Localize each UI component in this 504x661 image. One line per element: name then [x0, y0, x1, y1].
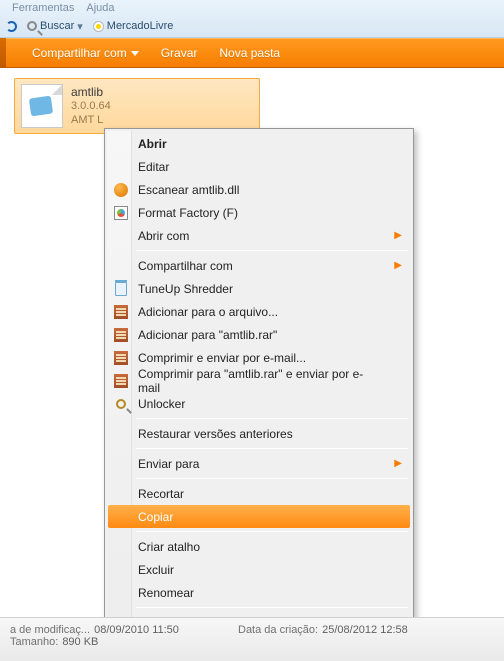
new-folder-button[interactable]: Nova pasta	[219, 46, 280, 60]
winrar-icon	[114, 328, 128, 342]
search-button[interactable]: Buscar ▾	[27, 20, 83, 33]
menu-item-add-arquivo[interactable]: Adicionar para o arquivo...	[108, 300, 410, 323]
shredder-icon	[115, 282, 127, 296]
menu-item-add-amtlib[interactable]: Adicionar para "amtlib.rar"	[108, 323, 410, 346]
mod-date-value: 08/09/2010 11:50	[94, 624, 179, 636]
menu-item-unlocker[interactable]: Unlocker	[108, 392, 410, 415]
winrar-icon	[114, 374, 128, 388]
formatfactory-icon	[114, 206, 128, 220]
menu-item-escanear[interactable]: Escanear amtlib.dll	[108, 178, 410, 201]
search-icon	[27, 21, 37, 31]
file-meta: amtlib 3.0.0.64 AMT L	[71, 85, 111, 128]
menu-ajuda[interactable]: Ajuda	[86, 2, 114, 16]
unlocker-icon	[116, 399, 126, 409]
winrar-icon	[114, 351, 128, 365]
context-menu: Abrir Editar Escanear amtlib.dll Format …	[104, 128, 414, 638]
file-item-selected[interactable]: amtlib 3.0.0.64 AMT L	[14, 78, 260, 134]
details-pane: a de modificaç... 08/09/2010 11:50 Taman…	[0, 617, 504, 661]
menu-item-renomear[interactable]: Renomear	[108, 581, 410, 604]
menu-item-tuneup[interactable]: TuneUp Shredder	[108, 277, 410, 300]
menu-item-enviar-para[interactable]: Enviar para▶	[108, 452, 410, 475]
mercadolivre-icon	[93, 21, 104, 32]
search-label: Buscar	[40, 20, 74, 32]
menu-item-excluir[interactable]: Excluir	[108, 558, 410, 581]
submenu-arrow-icon: ▶	[394, 230, 402, 241]
menu-item-compartilhar[interactable]: Compartilhar com▶	[108, 254, 410, 277]
share-with-button[interactable]: Compartilhar com	[32, 46, 139, 60]
menu-item-copiar[interactable]: Copiar	[108, 505, 410, 528]
menu-item-editar[interactable]: Editar	[108, 155, 410, 178]
refresh-button[interactable]	[6, 21, 17, 32]
separator	[136, 448, 408, 449]
submenu-arrow-icon: ▶	[394, 458, 402, 469]
browser-toolbar: Ferramentas Ajuda Buscar ▾ MercadoLivre	[0, 0, 504, 38]
create-date-value: 25/08/2012 12:58	[322, 624, 408, 636]
organize-handle[interactable]	[0, 38, 6, 68]
size-label: Tamanho:	[10, 636, 58, 648]
mercadolivre-label: MercadoLivre	[107, 20, 174, 32]
winrar-icon	[114, 305, 128, 319]
chevron-down-icon	[131, 51, 139, 56]
menu-item-criar-atalho[interactable]: Criar atalho	[108, 535, 410, 558]
file-name: amtlib	[71, 85, 111, 100]
menu-ferramentas[interactable]: Ferramentas	[12, 2, 74, 16]
explorer-command-bar: Compartilhar com Gravar Nova pasta	[0, 38, 504, 68]
size-value: 890 KB	[62, 636, 98, 648]
submenu-arrow-icon: ▶	[394, 260, 402, 271]
mod-date-label: a de modificaç...	[10, 624, 90, 636]
menu-item-restaurar[interactable]: Restaurar versões anteriores	[108, 422, 410, 445]
scan-icon	[114, 183, 128, 197]
create-date-label: Data da criação:	[238, 624, 318, 636]
file-subtitle: AMT L	[71, 114, 111, 128]
burn-button[interactable]: Gravar	[161, 46, 198, 60]
separator	[136, 531, 408, 532]
separator	[136, 418, 408, 419]
menu-item-formatfactory[interactable]: Format Factory (F)	[108, 201, 410, 224]
separator	[136, 250, 408, 251]
menu-item-compress-amtlib-email[interactable]: Comprimir para "amtlib.rar" e enviar por…	[108, 369, 410, 392]
menu-item-abrir-com[interactable]: Abrir com▶	[108, 224, 410, 247]
separator	[136, 607, 408, 608]
refresh-icon	[6, 21, 17, 32]
separator	[136, 478, 408, 479]
menu-item-recortar[interactable]: Recortar	[108, 482, 410, 505]
file-version: 3.0.0.64	[71, 100, 111, 114]
share-with-label: Compartilhar com	[32, 46, 127, 60]
menu-item-abrir[interactable]: Abrir	[108, 132, 410, 155]
file-icon	[21, 84, 63, 128]
mercadolivre-link[interactable]: MercadoLivre	[93, 20, 174, 32]
